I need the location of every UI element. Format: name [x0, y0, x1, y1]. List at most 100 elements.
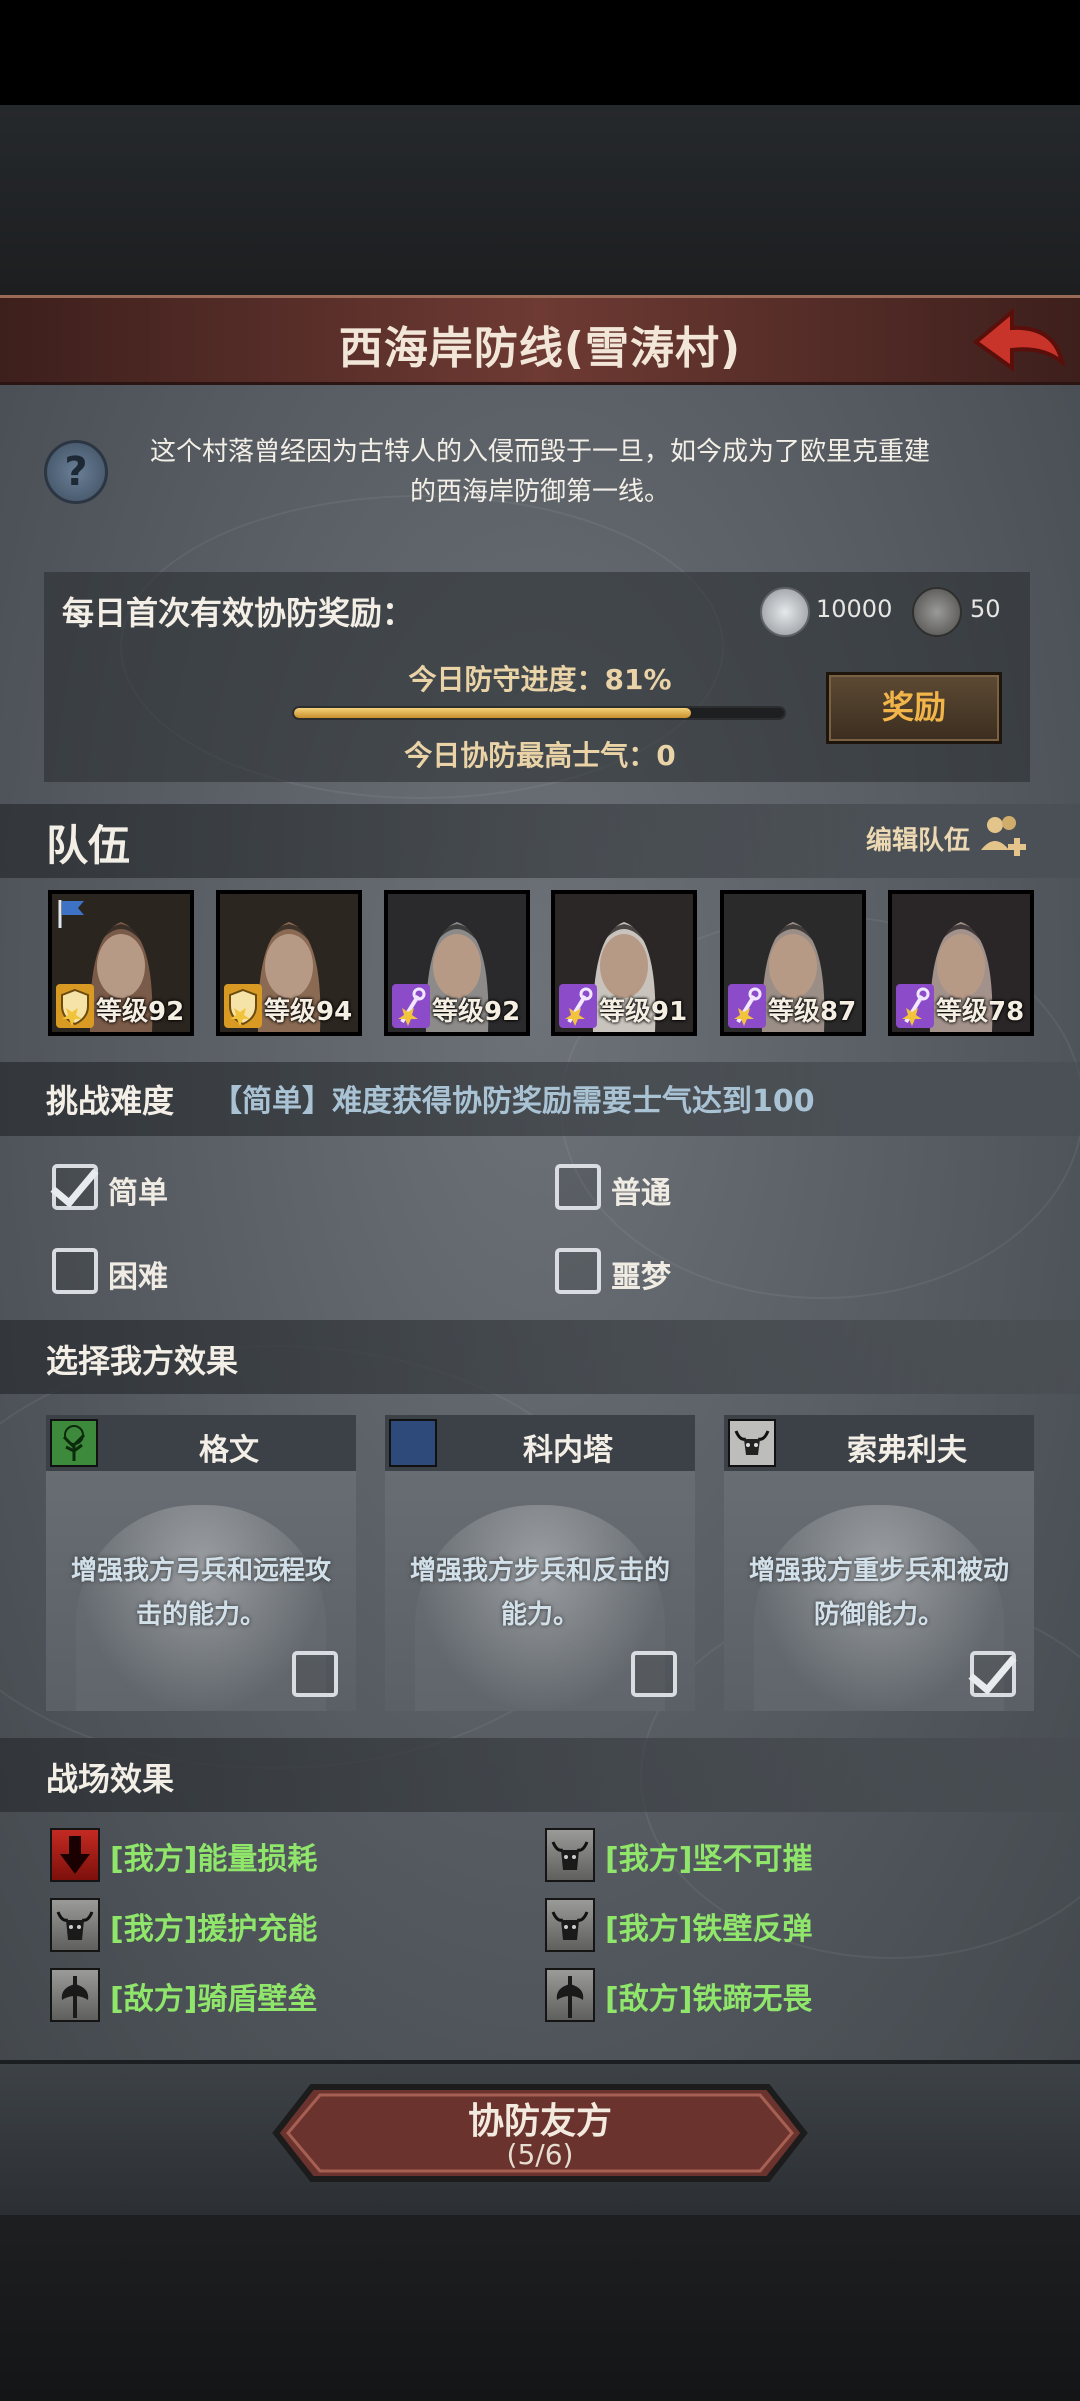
hero-level: 等级87: [768, 997, 857, 1027]
bull-skull-icon: [728, 1419, 776, 1467]
battlefield-effect-item[interactable]: [我方]铁壁反弹: [545, 1898, 985, 1954]
our-effects-title: 选择我方效果: [46, 1342, 239, 1380]
red-arrow-down-icon: [50, 1828, 100, 1882]
assist-defense-count: (5/6): [506, 2138, 574, 2171]
difficulty-option-label[interactable]: 噩梦: [611, 1252, 671, 1296]
shield-class-icon: [224, 984, 262, 1028]
hero-level: 等级78: [936, 997, 1025, 1027]
battlefield-effect-label: [我方]坚不可摧: [605, 1842, 813, 1877]
effect-description-line: 防御能力。: [813, 1600, 944, 1630]
reward-button[interactable]: 奖励: [826, 672, 1002, 744]
effect-description-line: 增强我方步兵和反击的: [409, 1556, 670, 1586]
defense-progress-fill: [294, 708, 691, 718]
effect-card-header: 科内塔: [385, 1415, 695, 1471]
battlefield-effect-label: [敌方]铁蹄无畏: [605, 1982, 813, 2017]
difficulty-option-label[interactable]: 简单: [108, 1168, 168, 1212]
progress-label-text: 今日防守进度：: [408, 663, 605, 696]
hero-level: 等级94: [264, 997, 353, 1027]
effect-description: 增强我方步兵和反击的 能力。: [399, 1549, 681, 1637]
effect-description-line: 能力。: [500, 1600, 579, 1630]
page-title: 西海岸防线(雪涛村): [338, 323, 742, 374]
hero-slot[interactable]: 等级91: [551, 890, 697, 1036]
hero-slot[interactable]: 等级78: [888, 890, 1034, 1036]
defense-progress-bar: [292, 706, 786, 720]
assist-defense-label: 协防友方: [467, 2101, 612, 2142]
axe-icon: [545, 1968, 595, 2022]
difficulty-checkbox[interactable]: [50, 1157, 99, 1210]
hero-level: 等级92: [96, 997, 185, 1027]
effect-description: 增强我方重步兵和被动 防御能力。: [738, 1549, 1020, 1637]
edit-team-icon[interactable]: [978, 810, 1028, 860]
check-mark-icon: [968, 1644, 1017, 1695]
progress-value: 81%: [604, 663, 672, 696]
hero-slot[interactable]: 等级92: [384, 890, 530, 1036]
title-bar: 西海岸防线(雪涛村): [0, 295, 1080, 385]
effect-name: 科内塔: [523, 1433, 613, 1468]
effect-checkbox[interactable]: [968, 1644, 1017, 1697]
bull-skull-icon: [545, 1828, 595, 1882]
moon-icon: [389, 1419, 437, 1467]
silver-coin-amount: 10000: [816, 595, 893, 623]
difficulty-checkbox[interactable]: [52, 1248, 98, 1294]
difficulty-title: 挑战难度: [46, 1082, 175, 1120]
axe-icon: [50, 1968, 100, 2022]
effect-card[interactable]: 格文增强我方弓兵和远程攻 击的能力。: [46, 1415, 356, 1711]
hero-slot[interactable]: 等级94: [216, 890, 362, 1036]
morale-label-text: 今日协防最高士气：: [404, 739, 657, 772]
tree-icon: [50, 1419, 98, 1467]
iron-coin-amount: 50: [970, 595, 1001, 623]
battlefield-effect-label: [敌方]骑盾壁垒: [110, 1982, 318, 2017]
morale-label: 今日协防最高士气：0: [290, 734, 790, 774]
top-backdrop: [0, 105, 1080, 295]
bull-skull-icon: [545, 1898, 595, 1952]
effect-name: 索弗利夫: [847, 1433, 967, 1468]
difficulty-checkbox[interactable]: [555, 1248, 601, 1294]
team-title: 队伍: [46, 821, 131, 870]
battlefield-title: 战场效果: [46, 1760, 175, 1798]
effect-description: 增强我方弓兵和远程攻 击的能力。: [60, 1549, 342, 1637]
leader-flag-icon: [58, 900, 84, 928]
status-bar-area: [0, 0, 1080, 105]
staff-class-icon: [896, 984, 934, 1028]
bull-skull-icon: [50, 1898, 100, 1952]
effect-description-line: 击的能力。: [135, 1600, 266, 1630]
help-icon[interactable]: ?: [44, 440, 108, 504]
effect-card-header: 索弗利夫: [724, 1415, 1034, 1471]
check-mark-icon: [50, 1157, 99, 1208]
village-description: 这个村落曾经因为古特人的入侵而毁于一旦，如今成为了欧里克重建 的西海岸防御第一线…: [120, 432, 960, 512]
description-line: 这个村落曾经因为古特人的入侵而毁于一旦，如今成为了欧里克重建: [149, 437, 930, 467]
effect-card[interactable]: 科内塔增强我方步兵和反击的 能力。: [385, 1415, 695, 1711]
hero-level: 等级92: [432, 997, 521, 1027]
battlefield-effect-label: [我方]铁壁反弹: [605, 1912, 813, 1947]
hero-slot[interactable]: 等级92: [48, 890, 194, 1036]
battlefield-effect-item[interactable]: [敌方]骑盾壁垒: [50, 1968, 490, 2024]
bottom-backdrop: [0, 2215, 1080, 2401]
effect-description-line: 增强我方弓兵和远程攻: [70, 1556, 331, 1586]
battlefield-effect-item[interactable]: [我方]援护充能: [50, 1898, 490, 1954]
edit-team-button[interactable]: 编辑队伍: [866, 820, 970, 857]
iron-coin-icon: [912, 587, 962, 637]
staff-class-icon: [728, 984, 766, 1028]
silver-coin-icon: [760, 587, 810, 637]
battlefield-effect-label: [我方]援护充能: [110, 1912, 318, 1947]
defense-progress-label: 今日防守进度：81%: [290, 658, 790, 698]
effect-card[interactable]: 索弗利夫增强我方重步兵和被动 防御能力。: [724, 1415, 1034, 1711]
battlefield-effect-item[interactable]: [敌方]铁蹄无畏: [545, 1968, 985, 2024]
effect-card-header: 格文: [46, 1415, 356, 1471]
staff-class-icon: [392, 984, 430, 1028]
battlefield-effect-label: [我方]能量损耗: [110, 1842, 318, 1877]
back-arrow-icon[interactable]: [968, 306, 1068, 378]
difficulty-checkbox[interactable]: [555, 1164, 601, 1210]
effect-checkbox[interactable]: [292, 1651, 338, 1697]
effect-checkbox[interactable]: [631, 1651, 677, 1697]
difficulty-option-label[interactable]: 困难: [108, 1252, 168, 1296]
battlefield-effect-item[interactable]: [我方]坚不可摧: [545, 1828, 985, 1884]
staff-class-icon: [559, 984, 597, 1028]
daily-reward-title: 每日首次有效协防奖励：: [62, 594, 415, 632]
difficulty-option-label[interactable]: 普通: [611, 1168, 671, 1212]
hero-slot[interactable]: 等级87: [720, 890, 866, 1036]
description-line: 的西海岸防御第一线。: [409, 477, 670, 507]
difficulty-note: 【简单】难度获得协防奖励需要士气达到100: [212, 1084, 815, 1119]
battlefield-effect-item[interactable]: [我方]能量损耗: [50, 1828, 490, 1884]
hero-level: 等级91: [599, 997, 688, 1027]
